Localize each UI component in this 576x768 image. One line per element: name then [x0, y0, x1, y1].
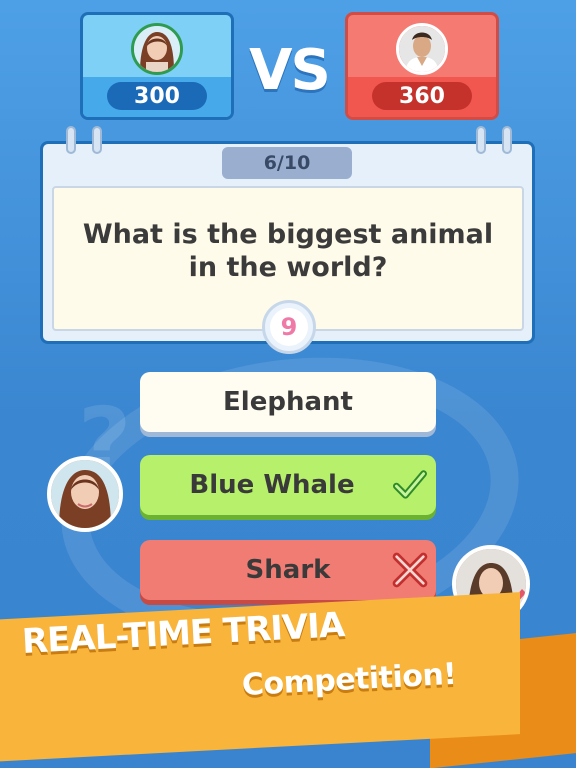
player-right-score: 360 — [372, 82, 472, 110]
vs-label: VS — [249, 38, 331, 103]
question-counter: 6/10 — [222, 147, 352, 179]
binder-ring — [502, 126, 512, 154]
answer-label: Shark — [245, 555, 331, 585]
countdown-timer: 9 — [262, 300, 316, 354]
binder-ring — [92, 126, 102, 154]
cross-icon — [392, 552, 428, 588]
timer-value: 9 — [270, 308, 308, 346]
answer-button-shark[interactable]: Shark — [140, 540, 436, 600]
player-left-card: 300 — [80, 12, 234, 120]
answer-button-blue-whale[interactable]: Blue Whale — [140, 455, 436, 515]
player-right-avatar — [396, 23, 448, 75]
answer-button-elephant[interactable]: Elephant — [140, 372, 436, 432]
question-text: What is the biggest animal in the world? — [82, 219, 494, 283]
player-left-bubble-avatar — [47, 456, 123, 532]
player-left-avatar — [131, 23, 183, 75]
answer-label: Elephant — [223, 387, 353, 417]
binder-ring — [476, 126, 486, 154]
player-right-card: 360 — [345, 12, 499, 120]
binder-ring — [66, 126, 76, 154]
answer-label: Blue Whale — [189, 470, 355, 500]
player-left-score: 300 — [107, 82, 207, 110]
checkmark-icon — [393, 470, 427, 499]
